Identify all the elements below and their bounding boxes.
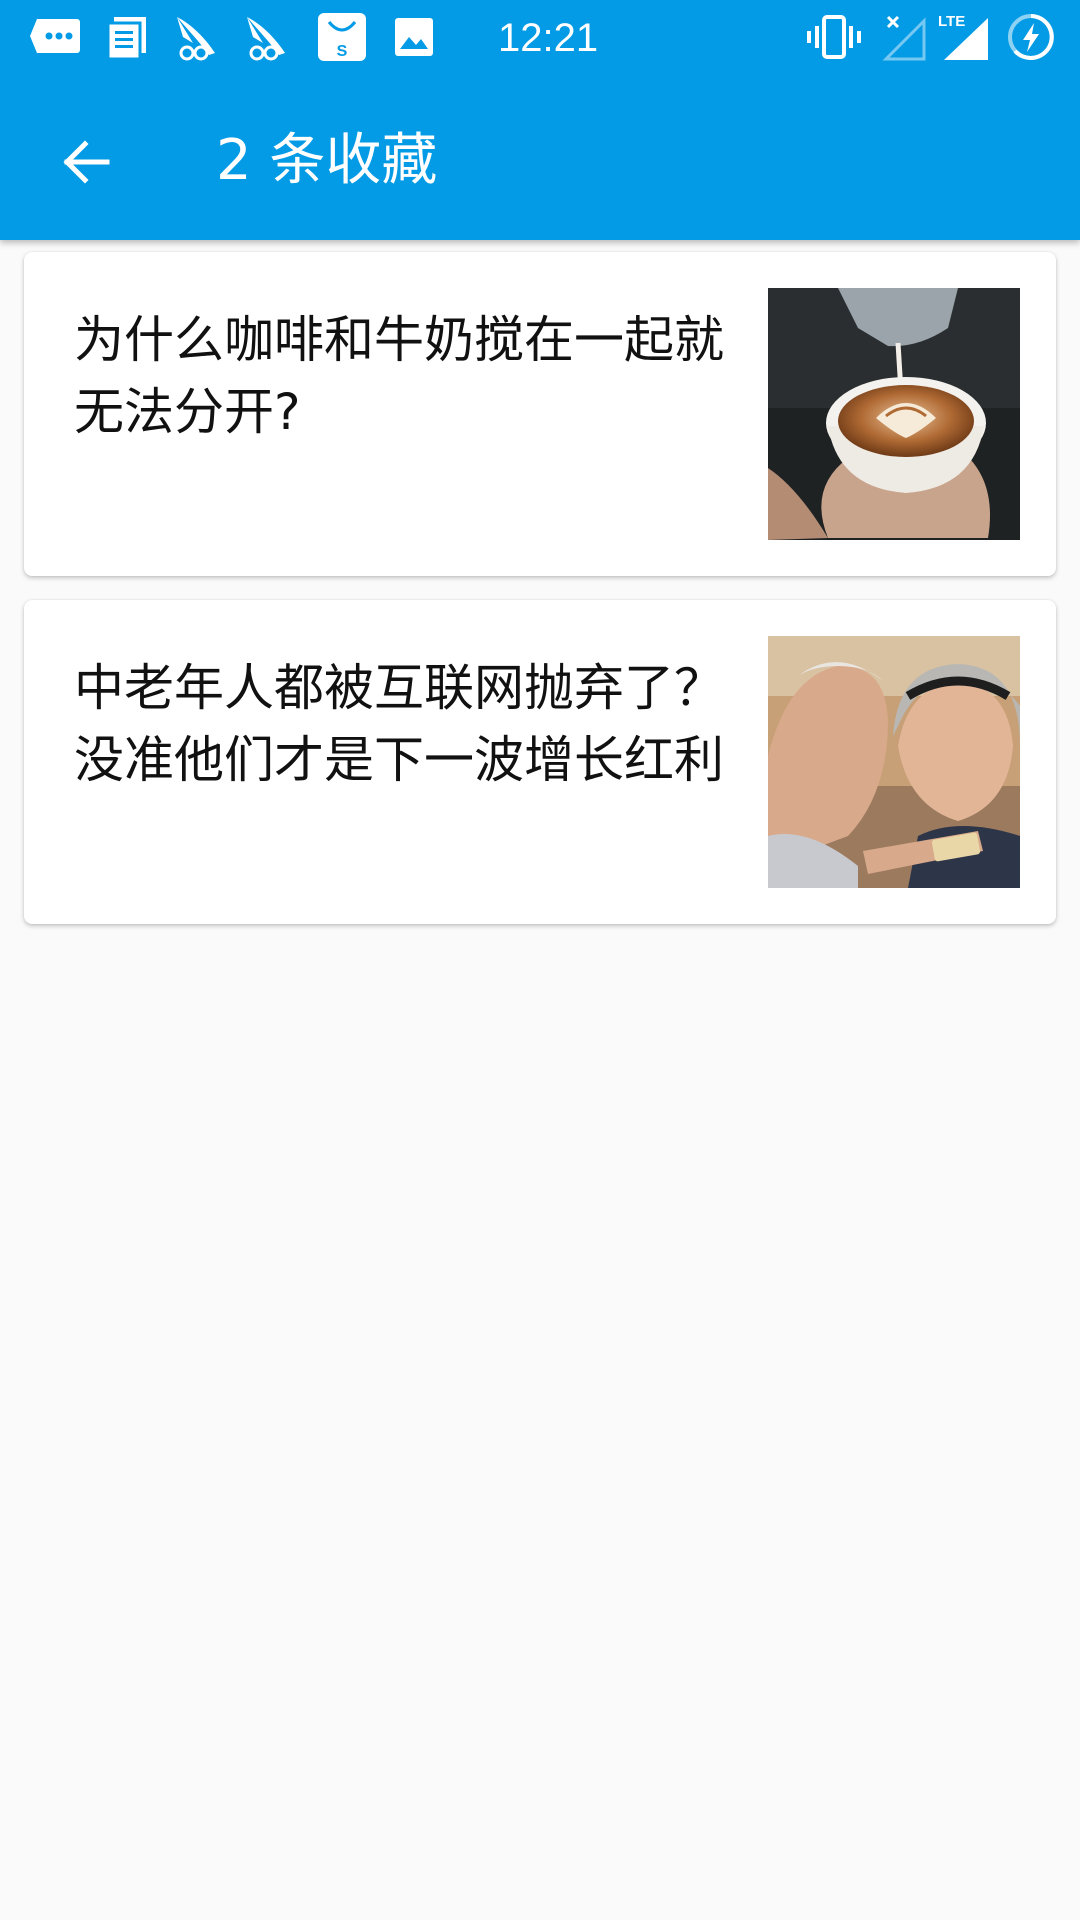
svg-text:S: S [337,43,348,60]
article-title: 中老年人都被互联网抛弃了？没准他们才是下一波增长红利 [74,659,724,789]
app-notification-icon [242,12,290,62]
page-title: 2 条收藏 [216,128,438,193]
arrow-back-icon [63,140,110,184]
status-time: 12:21 [498,16,599,60]
app-bar: S 12:21 LTE 2 条收藏 [0,0,1080,240]
battery-charging-icon [1006,12,1056,62]
store-notification-icon: S [316,12,368,62]
lte-label: LTE [938,13,965,30]
app-notification-icon [172,12,220,62]
latte-art-photo [768,288,1020,540]
back-button[interactable] [40,117,130,207]
favorite-card[interactable]: 为什么咖啡和牛奶搅在一起就无法分开? [24,252,1056,576]
no-signal-icon [882,12,928,62]
image-notification-icon [392,12,436,62]
status-bar: S 12:21 LTE [0,0,1080,75]
chat-notification-icon [28,12,82,62]
news-notification-icon [104,12,150,62]
toolbar: 2 条收藏 [0,75,1080,240]
favorite-card[interactable]: 中老年人都被互联网抛弃了？没准他们才是下一波增长红利 [24,600,1056,924]
elderly-couple-phone-photo [768,636,1020,888]
lte-signal-icon: LTE [936,12,992,62]
article-title: 为什么咖啡和牛奶搅在一起就无法分开? [74,311,724,441]
vibrate-icon [806,12,862,62]
